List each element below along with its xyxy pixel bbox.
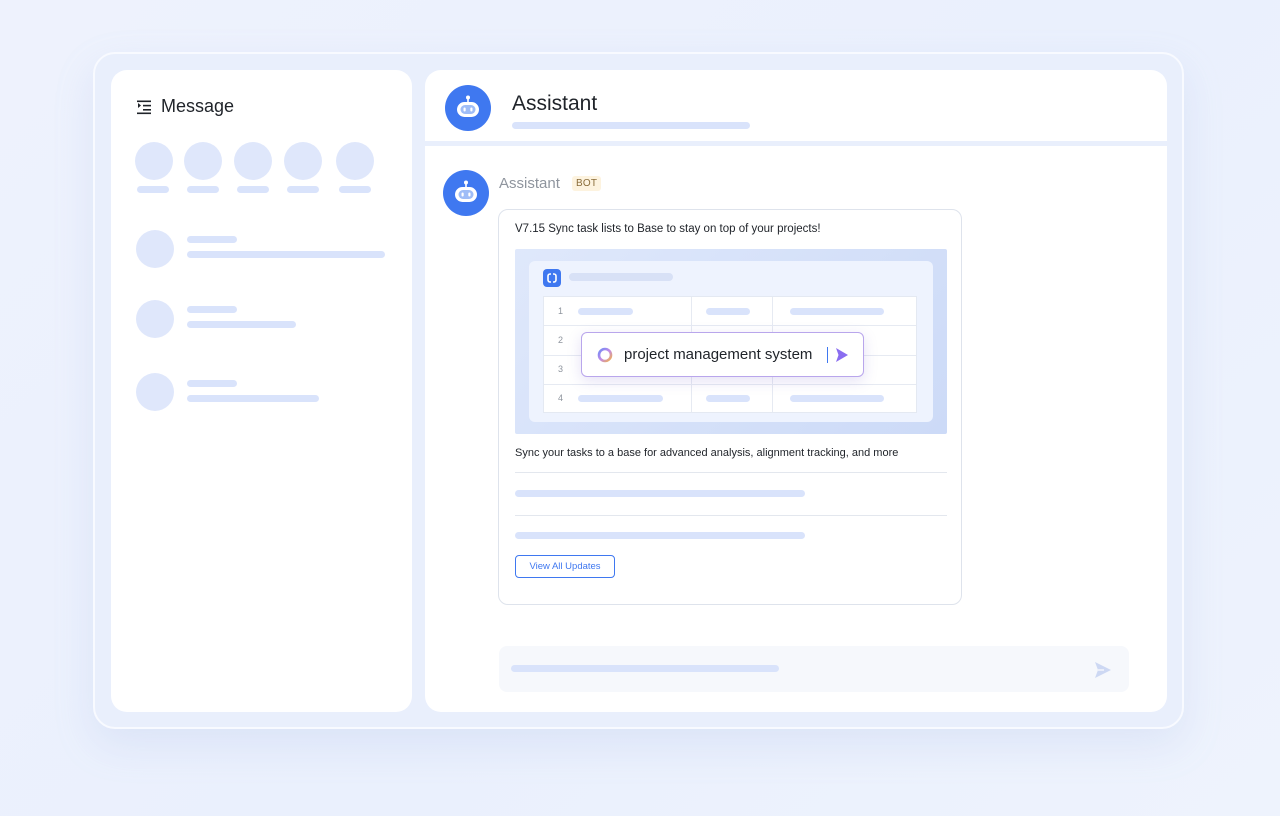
chat-preview-placeholder	[187, 251, 385, 258]
assistant-avatar[interactable]	[445, 85, 491, 131]
contact-avatar[interactable]	[336, 142, 374, 180]
view-all-updates-button[interactable]: View All Updates	[515, 555, 615, 578]
contact-name-placeholder	[339, 186, 371, 193]
robot-icon	[455, 180, 477, 202]
row-number: 2	[558, 335, 564, 345]
cell-placeholder	[578, 395, 663, 402]
ai-search-box: project management system	[581, 332, 864, 377]
bot-avatar[interactable]	[443, 170, 489, 216]
contact-name-placeholder	[187, 186, 219, 193]
contact-avatar[interactable]	[135, 142, 173, 180]
row-number: 1	[558, 306, 564, 316]
update-line-placeholder[interactable]	[515, 490, 805, 497]
input-placeholder	[511, 665, 779, 672]
cell-placeholder	[790, 308, 884, 315]
avatar	[136, 230, 174, 268]
update-line-placeholder[interactable]	[515, 532, 805, 539]
chat-header: Assistant	[425, 70, 1167, 146]
feature-preview-image: 1 2 3 4 project management system	[515, 249, 947, 434]
chat-name-placeholder	[187, 380, 237, 387]
base-app-icon	[543, 269, 561, 287]
card-title: V7.15 Sync task lists to Base to stay on…	[515, 223, 821, 235]
divider	[515, 515, 947, 516]
chat-name-placeholder	[187, 236, 237, 243]
cell-placeholder	[790, 395, 884, 402]
contact-avatar[interactable]	[184, 142, 222, 180]
contact-name-placeholder	[137, 186, 169, 193]
card-description: Sync your tasks to a base for advanced a…	[515, 447, 899, 459]
chat-subtitle-placeholder	[512, 122, 750, 129]
window-title-placeholder	[569, 273, 673, 281]
avatar	[136, 300, 174, 338]
contact-avatar[interactable]	[234, 142, 272, 180]
chat-preview-placeholder	[187, 395, 319, 402]
search-text: project management system	[624, 346, 813, 363]
send-icon[interactable]	[1093, 660, 1113, 680]
row-number: 3	[558, 364, 564, 374]
update-card: V7.15 Sync task lists to Base to stay on…	[498, 209, 962, 605]
sidebar-header: Message	[135, 96, 234, 117]
cell-placeholder	[706, 308, 750, 315]
loading-ring-icon	[597, 347, 613, 363]
contact-name-placeholder	[237, 186, 269, 193]
bot-badge: BOT	[572, 176, 602, 191]
divider	[515, 472, 947, 473]
send-icon	[836, 348, 848, 362]
message-input[interactable]	[499, 646, 1129, 692]
chat-panel: Assistant Assistant BOT V7.15 Sync task …	[425, 70, 1167, 712]
chat-title: Assistant	[512, 92, 598, 115]
avatar	[136, 373, 174, 411]
row-number: 4	[558, 393, 564, 403]
cell-placeholder	[578, 308, 633, 315]
contact-name-placeholder	[287, 186, 319, 193]
text-cursor	[827, 347, 828, 363]
robot-icon	[457, 95, 479, 117]
chat-name-placeholder	[187, 306, 237, 313]
sidebar-title: Message	[161, 96, 235, 116]
list-indent-icon[interactable]	[135, 98, 153, 116]
contact-avatar[interactable]	[284, 142, 322, 180]
sidebar: Message	[111, 70, 412, 712]
chat-preview-placeholder	[187, 321, 296, 328]
cell-placeholder	[706, 395, 750, 402]
sender-name: Assistant	[499, 175, 560, 192]
